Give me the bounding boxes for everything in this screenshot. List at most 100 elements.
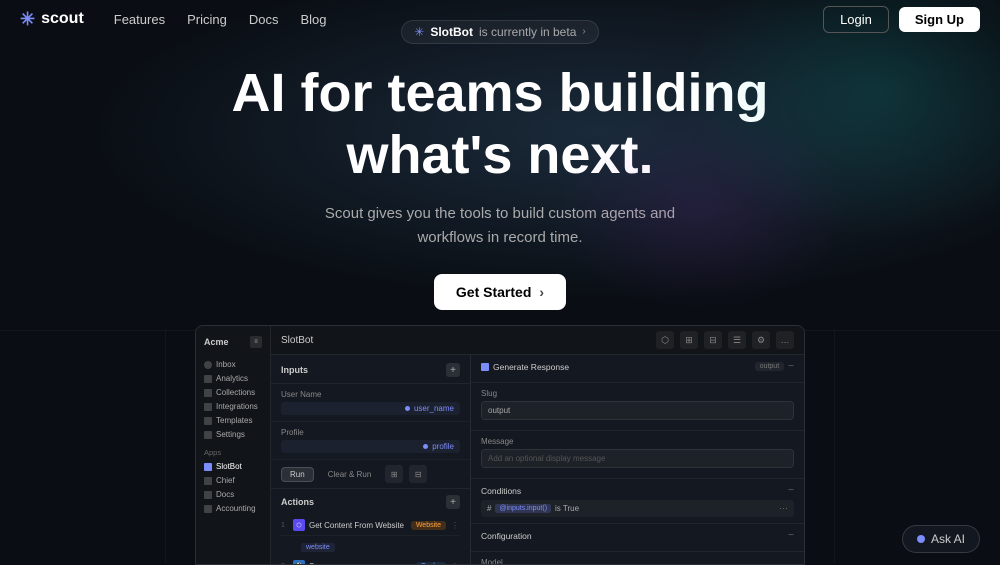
- condition-menu[interactable]: ⋯: [779, 503, 788, 514]
- input-profile-value: profile: [281, 440, 460, 453]
- hero-section: ✳ SlotBot is currently in beta › AI for …: [0, 0, 1000, 330]
- action-1-output: website: [281, 536, 460, 554]
- workflow-topbar: SlotBot ⬡ ⊞ ⊟ ☰ ⚙ …: [271, 326, 804, 355]
- gen-response-collapse[interactable]: −: [788, 361, 794, 372]
- sidebar-item-collections[interactable]: Collections: [202, 386, 264, 399]
- conditions-title: Conditions: [481, 486, 521, 496]
- sidebar-item-docs[interactable]: Docs: [202, 488, 264, 501]
- run-icon-1[interactable]: ⊞: [385, 465, 403, 483]
- run-button[interactable]: Run: [281, 467, 314, 482]
- action-num-1: 1: [281, 522, 289, 529]
- inputs-header: Inputs +: [271, 355, 470, 384]
- condition-text: is True: [555, 504, 579, 513]
- config-header: Configuration −: [481, 530, 794, 541]
- conditions-header: Conditions −: [481, 485, 794, 496]
- topbar-icon-6[interactable]: …: [776, 331, 794, 349]
- action-icon-2: 💾: [293, 560, 305, 564]
- gen-response-section: Generate Response output −: [471, 355, 804, 383]
- sidebar-menu-btn[interactable]: ≡: [250, 336, 262, 348]
- gen-response-title: Generate Response: [481, 362, 569, 372]
- input-username-row: User Name user_name: [271, 384, 470, 422]
- sidebar-label-chief: Chief: [216, 476, 235, 485]
- nav-actions: Login Sign Up: [823, 6, 980, 33]
- nav-blog[interactable]: Blog: [300, 12, 326, 27]
- input-username-label: User Name: [281, 390, 460, 399]
- conditions-collapse[interactable]: −: [788, 485, 794, 496]
- input-profile-label: Profile: [281, 428, 460, 437]
- sidebar: Acme ≡ Inbox Analytics Collections Integ…: [196, 326, 271, 564]
- run-icon-2[interactable]: ⊟: [409, 465, 427, 483]
- action-menu-1[interactable]: ⋮: [450, 520, 460, 530]
- gen-response-actions: output −: [755, 361, 794, 372]
- slug-section: Slug output: [471, 383, 804, 431]
- nav-pricing[interactable]: Pricing: [187, 12, 227, 27]
- config-collapse[interactable]: −: [788, 530, 794, 541]
- logo[interactable]: ✳ scout: [20, 9, 84, 30]
- topbar-icon-2[interactable]: ⊞: [680, 331, 698, 349]
- topbar-icon-1[interactable]: ⬡: [656, 331, 674, 349]
- sidebar-item-slotbot[interactable]: SlotBot: [202, 460, 264, 473]
- conditions-label: Conditions: [481, 486, 521, 496]
- sidebar-item-integrations[interactable]: Integrations: [202, 400, 264, 413]
- run-bar: Run Clear & Run ⊞ ⊟: [271, 460, 470, 489]
- clear-run-button[interactable]: Clear & Run: [320, 468, 380, 481]
- slug-value[interactable]: output: [481, 401, 794, 420]
- sidebar-item-inbox[interactable]: Inbox: [202, 358, 264, 371]
- logo-text: scout: [41, 10, 84, 28]
- action-row-1: 1 ⬡ Get Content From Website Website ⋮: [281, 515, 460, 536]
- actions-title: Actions: [281, 497, 314, 507]
- signup-button[interactable]: Sign Up: [899, 7, 980, 32]
- config-title: Configuration: [481, 531, 532, 541]
- input-username-text: user_name: [414, 404, 454, 413]
- nav-links: Features Pricing Docs Blog: [114, 12, 823, 27]
- sidebar-item-chief[interactable]: Chief: [202, 474, 264, 487]
- nav-features[interactable]: Features: [114, 12, 165, 27]
- input-profile-dot: [423, 444, 428, 449]
- cta-label: Get Started: [456, 284, 531, 300]
- cta-arrow: ›: [539, 284, 544, 300]
- topbar-icon-5[interactable]: ⚙: [752, 331, 770, 349]
- sidebar-label-inbox: Inbox: [216, 360, 236, 369]
- app-preview: Acme ≡ Inbox Analytics Collections Integ…: [195, 325, 805, 565]
- sidebar-item-analytics[interactable]: Analytics: [202, 372, 264, 385]
- gen-response-header: Generate Response output −: [481, 361, 794, 372]
- inputs-panel: Inputs + User Name user_name Profile pro…: [271, 355, 471, 564]
- workflow-name: SlotBot: [281, 335, 313, 346]
- add-input-btn[interactable]: +: [446, 363, 460, 377]
- add-action-btn[interactable]: +: [446, 495, 460, 509]
- logo-icon: ✳: [20, 9, 35, 30]
- message-label: Message: [481, 437, 794, 446]
- condition-hash: #: [487, 504, 491, 513]
- message-placeholder[interactable]: Add an optional display message: [481, 449, 794, 468]
- workflow-canvas: Inputs + User Name user_name Profile pro…: [271, 355, 804, 564]
- topbar-icon-4[interactable]: ☰: [728, 331, 746, 349]
- message-section: Message Add an optional display message: [471, 431, 804, 479]
- condition-tag: @inputs.input(): [495, 504, 551, 513]
- model-label: Model: [481, 558, 794, 564]
- sidebar-org: Acme ≡: [202, 334, 264, 350]
- hero-subtitle: Scout gives you the tools to build custo…: [310, 202, 690, 250]
- sidebar-item-templates[interactable]: Templates: [202, 414, 264, 427]
- action-icon-1: ⬡: [293, 519, 305, 531]
- conditions-section: Conditions − # @inputs.input() is True ⋯: [471, 479, 804, 524]
- sidebar-item-settings[interactable]: Settings: [202, 428, 264, 441]
- input-username-value: user_name: [281, 402, 460, 415]
- hero-title: AI for teams building what's next.: [231, 62, 768, 186]
- properties-panel: Generate Response output − Slug output: [471, 355, 804, 564]
- login-button[interactable]: Login: [823, 6, 889, 33]
- ask-ai-icon: [917, 535, 925, 543]
- actions-header: Actions +: [281, 495, 460, 509]
- sidebar-label-integrations: Integrations: [216, 402, 258, 411]
- sidebar-label-templates: Templates: [216, 416, 252, 425]
- action-tag-1: Website: [411, 521, 446, 530]
- gen-response-badge: output: [755, 362, 784, 371]
- sidebar-label-settings: Settings: [216, 430, 245, 439]
- nav-docs[interactable]: Docs: [249, 12, 279, 27]
- model-section: Model GPT-4 turbo ∨: [471, 552, 804, 564]
- cta-button[interactable]: Get Started ›: [434, 274, 566, 310]
- apps-section-label: Apps: [204, 448, 264, 457]
- sidebar-item-accounting[interactable]: Accounting: [202, 502, 264, 515]
- ask-ai-button[interactable]: Ask AI: [902, 525, 980, 553]
- topbar-icon-3[interactable]: ⊟: [704, 331, 722, 349]
- gen-response-icon: [481, 363, 489, 371]
